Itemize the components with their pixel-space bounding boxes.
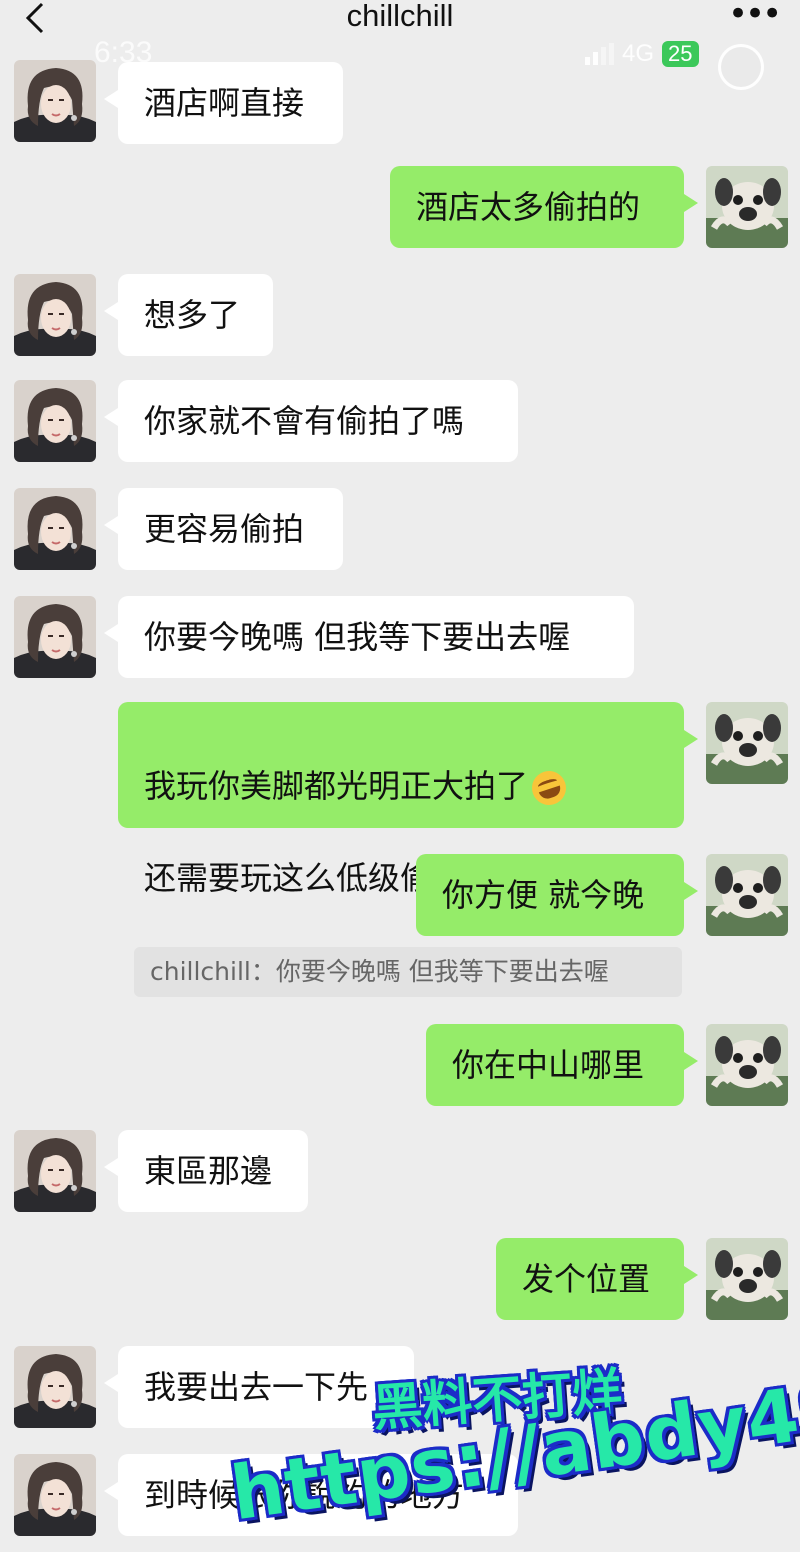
girl-avatar[interactable]: [14, 380, 96, 462]
girl-avatar[interactable]: [14, 596, 96, 678]
dog-avatar[interactable]: [706, 1238, 788, 1320]
message-bubble[interactable]: 酒店啊直接: [104, 62, 343, 144]
rolling-on-floor-laughing-emoji: [527, 766, 571, 810]
floating-assistive-button[interactable]: [718, 44, 764, 90]
message-bubble[interactable]: 更容易偷拍: [104, 488, 343, 570]
girl-avatar[interactable]: [14, 1454, 96, 1536]
message-bubble[interactable]: 想多了: [104, 274, 273, 356]
girl-avatar[interactable]: [14, 274, 96, 356]
more-dots-icon[interactable]: •••: [728, 0, 782, 31]
dog-avatar[interactable]: [706, 854, 788, 936]
network-label: 4G: [622, 40, 655, 67]
message-bubble[interactable]: 酒店太多偷拍的: [390, 166, 698, 248]
dog-avatar[interactable]: [706, 166, 788, 248]
message-line: 我玩你美脚都光明正大拍了: [144, 763, 658, 810]
chat-header: chillchill •••: [0, 0, 800, 40]
girl-avatar[interactable]: [14, 488, 96, 570]
girl-avatar[interactable]: [14, 1346, 96, 1428]
chat-title: chillchill: [346, 0, 454, 33]
message-bubble[interactable]: 我玩你美脚都光明正大拍了 还需要玩这么低级偷拍吗: [118, 702, 698, 897]
message-bubble[interactable]: 你在中山哪里: [426, 1024, 698, 1106]
message-bubble[interactable]: 你方便 就今晚: [416, 854, 698, 936]
dog-avatar[interactable]: [706, 702, 788, 784]
signal-icon: [585, 43, 614, 65]
girl-avatar[interactable]: [14, 1130, 96, 1212]
dog-avatar[interactable]: [706, 1024, 788, 1106]
quoted-message[interactable]: chillchill：你要今晚嗎 但我等下要出去喔: [134, 947, 682, 997]
message-bubble[interactable]: 你要今晚嗎 但我等下要出去喔: [104, 596, 634, 678]
message-bubble[interactable]: 发个位置: [496, 1238, 698, 1320]
message-bubble[interactable]: 東區那邊: [104, 1130, 308, 1212]
girl-avatar[interactable]: [14, 60, 96, 142]
status-indicators: 4G 25: [585, 40, 699, 68]
message-text: 我玩你美脚都光明正大拍了: [144, 767, 529, 805]
battery-badge: 25: [662, 41, 699, 67]
message-bubble[interactable]: 我要出去一下先: [104, 1346, 414, 1428]
message-bubble[interactable]: 你家就不會有偷拍了嗎: [104, 380, 518, 462]
